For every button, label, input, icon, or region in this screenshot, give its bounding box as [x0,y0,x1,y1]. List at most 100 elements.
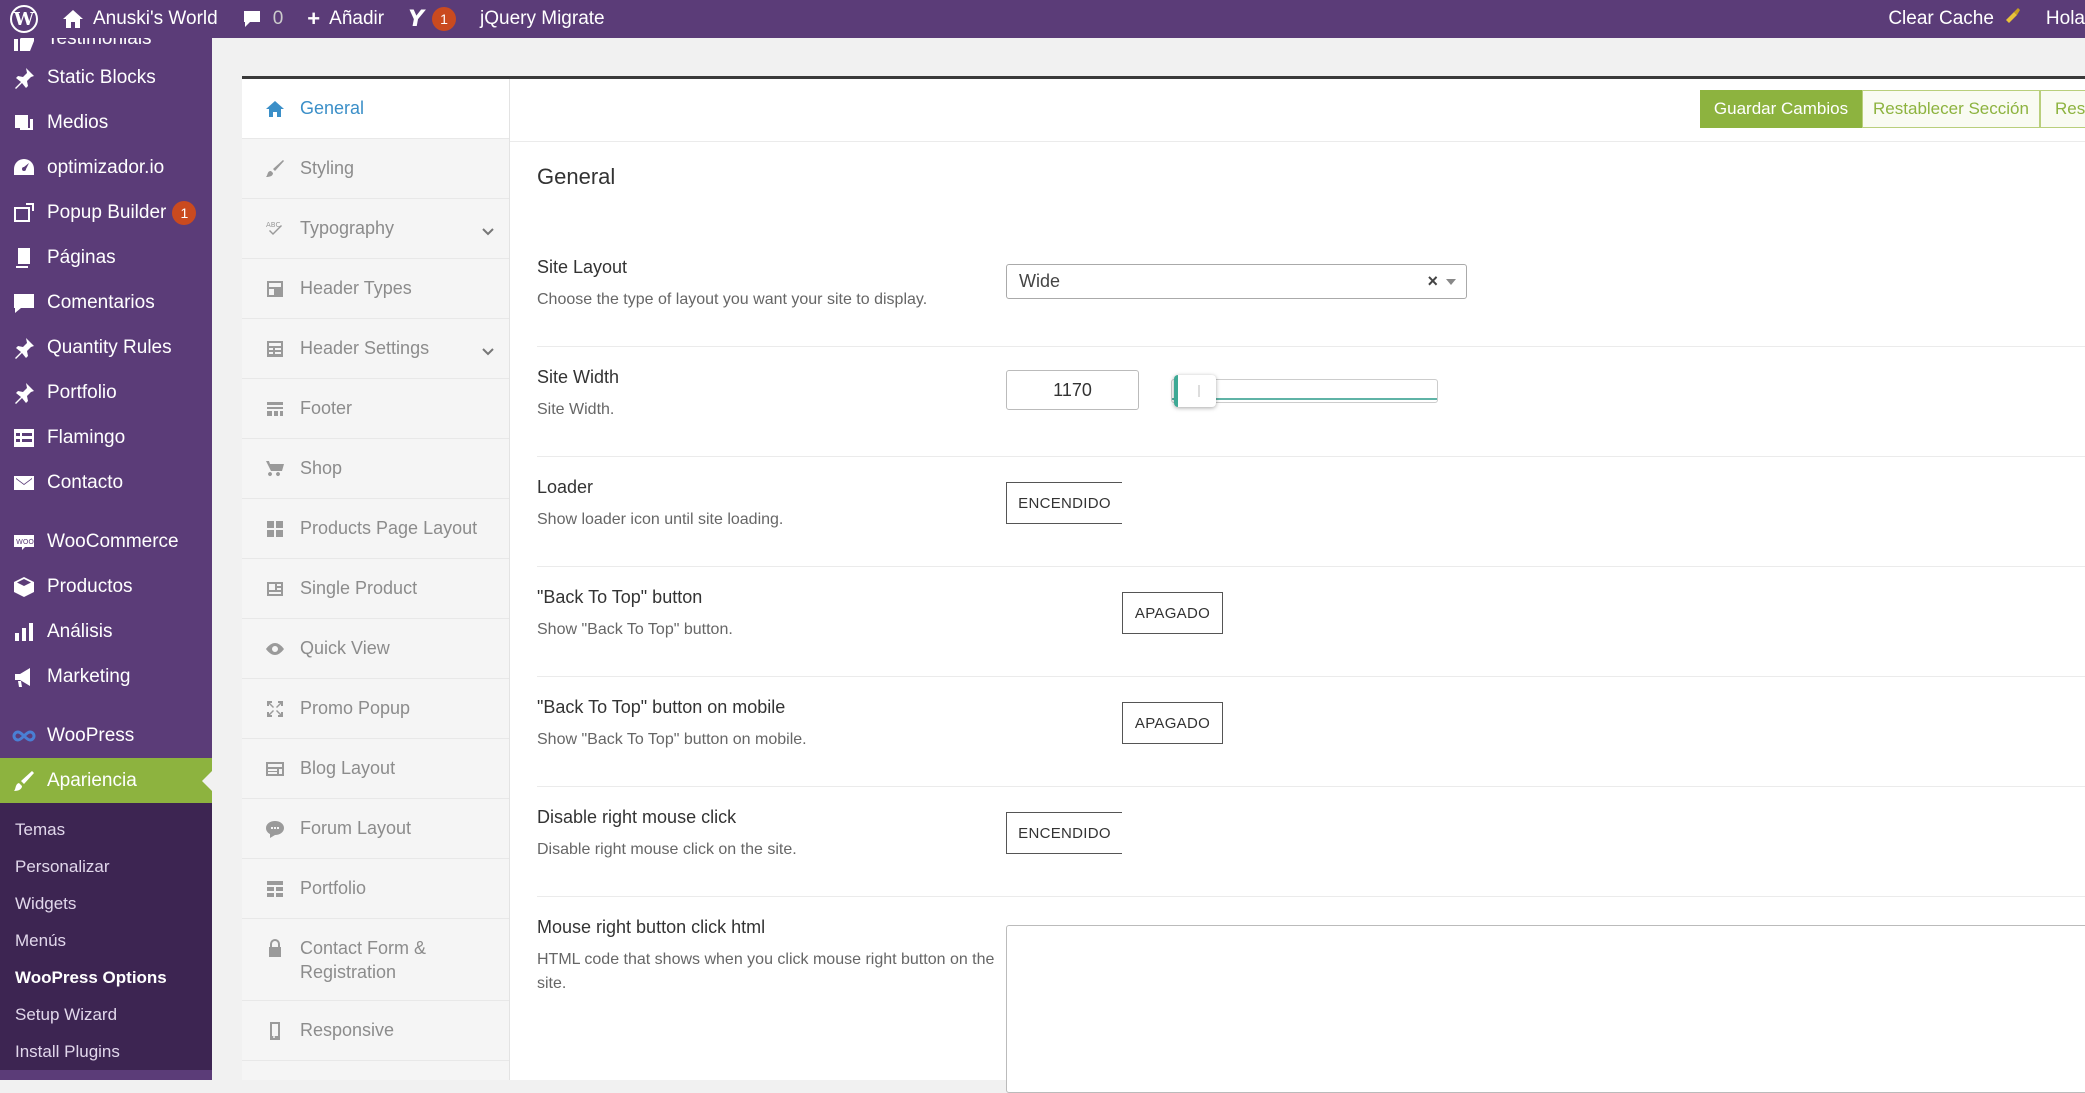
single-product-icon [264,578,286,600]
comments-link[interactable]: 0 [230,0,296,38]
clear-cache-link[interactable]: Clear Cache [1876,0,2034,38]
disable-right-click-toggle-wrap: ENCENDIDO [1006,812,1122,854]
thumbs-up-icon [11,38,37,54]
menu-item-medios[interactable]: Medios [0,100,212,145]
option-label: Site Width [537,367,620,387]
site-width-slider[interactable] [1171,375,1438,407]
tab-general[interactable]: General [242,79,509,139]
tab-contact-form-registration[interactable]: Contact Form & Registration [242,919,509,1001]
yoast-menu[interactable]: Y 1 [396,0,468,38]
option-label: "Back To Top" button on mobile [537,697,786,717]
popup-builder-badge: 1 [172,200,197,225]
box-icon [11,574,37,600]
tab-label: Header Types [300,278,412,298]
site-name-link[interactable]: Anuski's World [50,0,230,38]
option-label: Site Layout [537,257,628,277]
admin-bar: W Anuski's World 0 + Añadir Y 1 jQuery M… [0,0,2085,38]
menu-item-quantity-rules[interactable]: Quantity Rules [0,325,212,370]
menu-item-popup-builder[interactable]: Popup Builder 1 [0,190,212,235]
clear-icon[interactable]: × [1427,271,1438,292]
jquery-migrate-label: jQuery Migrate [480,8,605,29]
slider-handle[interactable] [1174,375,1216,407]
site-width-input[interactable]: 1170 [1006,370,1139,410]
chevron-down-icon[interactable] [481,222,495,236]
tab-header-settings[interactable]: Header Settings [242,319,509,379]
menu-label: Apariencia [47,769,137,791]
portfolio-icon [264,878,286,900]
tab-single-product[interactable]: Single Product [242,559,509,619]
tab-promo-popup[interactable]: Promo Popup [242,679,509,739]
tab-products-page-layout[interactable]: Products Page Layout [242,499,509,559]
option-right-click-html: Mouse right button click html HTML code … [537,897,2085,1093]
typography-icon: ABC [264,218,286,240]
submenu-temas[interactable]: Temas [0,811,212,848]
submenu-woopress-options[interactable]: WooPress Options [0,959,212,996]
admin-menu: Testimonials Static Blocks Medios optimi… [0,38,212,1080]
right-click-html-wrap [1006,925,2085,1093]
woo-icon: WOO [11,529,37,555]
menu-item-marketing[interactable]: Marketing [0,654,212,699]
menu-item-paginas[interactable]: Páginas [0,235,212,280]
menu-item-comentarios[interactable]: Comentarios [0,280,212,325]
popup-icon [11,200,37,226]
disable-right-click-toggle[interactable]: ENCENDIDO [1006,812,1122,854]
menu-item-woopress[interactable]: WooPress [0,713,212,758]
lock-icon [264,937,286,959]
menu-item-productos[interactable]: Productos [0,564,212,609]
tab-portfolio[interactable]: Portfolio [242,859,509,919]
menu-separator [0,505,212,519]
jquery-migrate-link[interactable]: jQuery Migrate [468,0,617,38]
tab-shop[interactable]: Shop [242,439,509,499]
submenu-install-plugins[interactable]: Install Plugins [0,1033,212,1070]
apariencia-submenu: Temas Personalizar Widgets Menús WooPres… [0,803,212,1070]
menu-item-apariencia[interactable]: Apariencia [0,758,212,803]
wp-logo-menu[interactable]: W [0,0,50,38]
menu-label: Contacto [47,471,124,493]
save-changes-button[interactable]: Guardar Cambios [1700,90,1862,128]
my-account-link[interactable]: Hola [2034,0,2085,38]
pin-icon [11,380,37,406]
add-new-label: Añadir [329,8,385,29]
reset-section-button[interactable]: Restablecer Sección [1862,90,2040,128]
submenu-setup-wizard[interactable]: Setup Wizard [0,996,212,1033]
home-icon [264,98,286,120]
chevron-down-icon[interactable] [481,342,495,356]
back-to-top-mobile-toggle[interactable]: APAGADO [1122,702,1223,744]
tab-typography[interactable]: ABC Typography [242,199,509,259]
tab-quick-view[interactable]: Quick View [242,619,509,679]
site-name: Anuski's World [93,8,218,29]
options-tabs: General Styling ABC Typography Header Ty… [242,79,510,1080]
option-label: "Back To Top" button [537,587,703,607]
loader-toggle[interactable]: ENCENDIDO [1006,482,1122,524]
tab-responsive[interactable]: Responsive [242,1001,509,1061]
pin-icon [11,65,37,91]
back-to-top-mobile-toggle-wrap: APAGADO [1006,702,1223,744]
tab-styling[interactable]: Styling [242,139,509,199]
right-click-html-textarea[interactable] [1006,925,2085,1093]
menu-item-optimizador[interactable]: optimizador.io [0,145,212,190]
menu-item-static-blocks[interactable]: Static Blocks [0,55,212,100]
submenu-menus[interactable]: Menús [0,922,212,959]
bar-chart-icon [11,619,37,645]
tab-forum-layout[interactable]: Forum Layout [242,799,509,859]
menu-item-analisis[interactable]: Análisis [0,609,212,654]
menu-item-testimonials[interactable]: Testimonials [0,38,212,55]
menu-item-woocommerce[interactable]: WOO WooCommerce [0,519,212,564]
menu-item-contacto[interactable]: Contacto [0,460,212,505]
submenu-widgets[interactable]: Widgets [0,885,212,922]
back-to-top-toggle[interactable]: APAGADO [1122,592,1223,634]
cart-icon [264,458,286,480]
menu-item-portfolio[interactable]: Portfolio [0,370,212,415]
menu-item-flamingo[interactable]: Flamingo [0,415,212,460]
tab-label: Styling [300,158,355,178]
site-layout-select[interactable]: Wide × [1006,264,1467,299]
tab-footer[interactable]: Footer [242,379,509,439]
tab-header-types[interactable]: Header Types [242,259,509,319]
comments-count: 0 [272,8,284,29]
submenu-personalizar[interactable]: Personalizar [0,848,212,885]
reset-all-button[interactable]: Rest [2040,90,2085,128]
tab-blog-layout[interactable]: Blog Layout [242,739,509,799]
add-new-menu[interactable]: + Añadir [295,0,396,38]
options-content: Guardar Cambios Restablecer Sección Rest… [510,79,2085,1093]
dropdown-arrow-icon[interactable] [1446,279,1456,285]
